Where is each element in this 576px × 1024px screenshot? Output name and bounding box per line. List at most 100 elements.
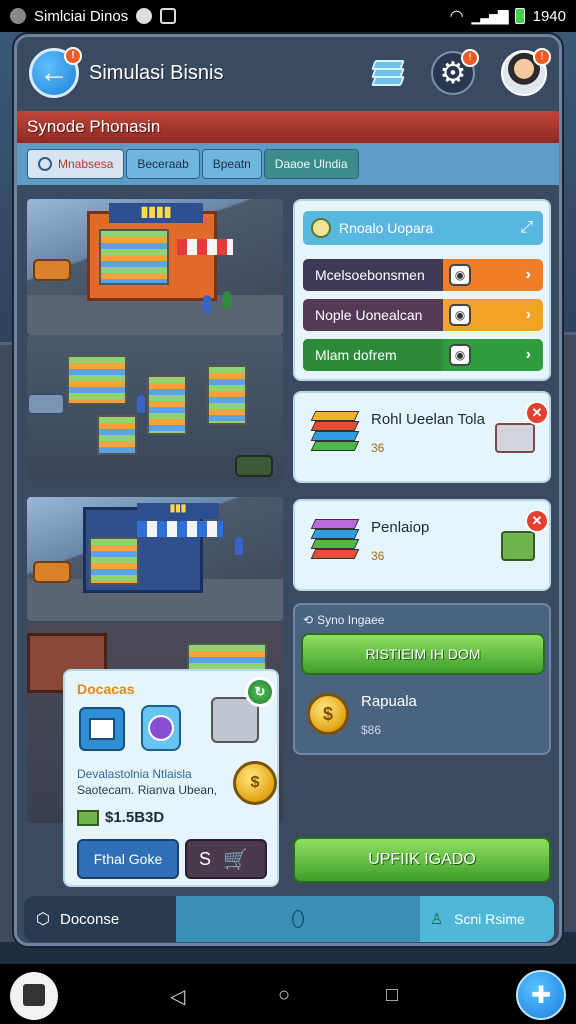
chevron-right-icon: › <box>525 266 531 283</box>
home-nav-icon[interactable]: ○ <box>278 984 290 1007</box>
notification-icon <box>10 8 26 24</box>
user-icon: ♙ <box>430 911 444 928</box>
person <box>235 537 243 555</box>
cart-icon: 🛒 <box>223 848 248 871</box>
avatar-badge: ! <box>533 48 551 66</box>
app-badge-icon <box>136 8 153 24</box>
menu-card-header[interactable]: Rnoalo Uopara ⤢ <box>303 211 543 245</box>
income-card-value: 36 <box>371 441 385 455</box>
menu-card-title: Rnoalo Uopara <box>339 220 434 236</box>
expense-card-title: Penlaiop <box>371 519 430 536</box>
coin-icon: ◉ <box>449 264 471 286</box>
settings-button[interactable]: ⚙ ! <box>431 49 479 95</box>
backdrop-building <box>560 332 576 932</box>
close-icon[interactable]: ✕ <box>525 401 549 425</box>
primary-action-button[interactable]: Fthal Goke <box>77 839 179 879</box>
road <box>27 295 283 335</box>
tab-daaoe-ulndia[interactable]: Daaoe Ulndia <box>263 149 359 179</box>
sync-card-header: ⟲ Syno Ingaee <box>303 613 384 627</box>
battery-icon <box>514 8 525 24</box>
shop-button[interactable]: S 🛒 <box>185 839 267 879</box>
tab-center[interactable]: ⬯ <box>176 896 420 942</box>
popup-price: $1.5B3D <box>105 809 165 826</box>
menu-row-2[interactable]: Nople Uonealcan ◉ › <box>303 299 543 331</box>
tab-bpeatn[interactable]: Bpeatn <box>201 149 262 179</box>
menu-card: Rnoalo Uopara ⤢ Mcelsoebonsmen ◉ › Nople… <box>293 199 551 381</box>
tab-label: Bpeatn <box>212 157 251 171</box>
coin-icon: ◉ <box>449 344 471 366</box>
sync-icon: ⟲ <box>303 613 314 627</box>
tab-label: Beceraab <box>137 157 189 171</box>
car <box>33 561 71 583</box>
business-popup: Docacas ↻ Devalastolnia Ntlaisla Saoteca… <box>63 669 279 887</box>
tab-beceraab[interactable]: Beceraab <box>126 149 200 179</box>
back-button[interactable]: ← ! <box>29 47 82 98</box>
expand-icon[interactable]: ⤢ <box>520 219 533 237</box>
team-icon: ✚ <box>530 981 552 1009</box>
status-time: 1940 <box>532 7 566 25</box>
status-app-name: Simlciai Dinos <box>34 7 129 25</box>
expense-card-value: 36 <box>371 549 385 563</box>
stack-icon <box>310 411 360 455</box>
sync-card: ⟲ Syno Ingaee RISTIEIM IH DOM $ Rapuala … <box>293 603 551 755</box>
storefront-scene[interactable]: ▮▮▮ <box>27 497 283 621</box>
chevron-right-icon: › <box>525 346 531 363</box>
message-icon <box>160 8 177 24</box>
avatar[interactable]: ! <box>501 48 551 96</box>
store-shortcut-button[interactable] <box>10 972 58 1020</box>
awning <box>177 239 233 255</box>
aisle-scene[interactable] <box>27 335 283 481</box>
tab-label: Daaoe Ulndia <box>274 157 348 171</box>
sync-item-value: $86 <box>361 723 382 737</box>
sync-card-title: Syno Ingaee <box>317 613 385 627</box>
chat-icon[interactable] <box>141 705 181 751</box>
menu-row-1[interactable]: Mcelsoebonsmen ◉ › <box>303 259 543 291</box>
upgrade-button[interactable]: UPFIIK IGADO <box>293 837 551 883</box>
shelf <box>147 375 187 435</box>
tab-label: Doconse <box>60 910 120 928</box>
coin-icon: ◉ <box>449 304 471 326</box>
menu-row-3[interactable]: Mlam dofrem ◉ › <box>303 339 543 371</box>
shelf <box>89 537 139 585</box>
status-bar: Simlciai Dinos ◠ ▁▃▅▇ 1940 <box>0 0 576 32</box>
arrow-left-icon: ← <box>39 56 69 89</box>
popup-title: Docacas <box>77 681 135 697</box>
menu-row-label: Mcelsoebonsmen <box>303 259 443 291</box>
stack-icon <box>310 519 360 563</box>
person <box>137 395 145 413</box>
refresh-icon[interactable]: ↻ <box>245 677 275 707</box>
close-icon[interactable]: ✕ <box>525 509 549 533</box>
store-sign: ▮▮▮ <box>137 503 219 519</box>
banner-title: Synode Phonasin <box>27 117 161 136</box>
income-card[interactable]: Rohl Ueelan Tola 36 ✕ <box>293 391 551 483</box>
team-button[interactable]: ✚ <box>516 970 566 1020</box>
car <box>235 455 273 477</box>
cash-icon <box>77 809 99 826</box>
tab-mnabsesa[interactable]: Mnabsesa <box>27 149 125 179</box>
chevron-right-icon: › <box>525 306 531 323</box>
truck-icon <box>495 423 535 453</box>
shield-icon: ⬯ <box>291 906 305 931</box>
layers-icon[interactable] <box>371 58 405 88</box>
tab-label: Mnabsesa <box>58 157 114 171</box>
page-title: Simulasi Bisnis <box>89 61 224 84</box>
car <box>27 393 65 415</box>
recents-nav-icon[interactable]: □ <box>386 984 398 1007</box>
popup-price-row: $1.5B3D <box>77 809 164 826</box>
awning <box>137 521 223 537</box>
tab-label: Scni Rsime <box>454 911 525 927</box>
tab-bar: Mnabsesa Beceraab Bpeatn Daaoe Ulndia <box>17 143 559 185</box>
menu-row-label: Mlam dofrem <box>303 339 443 371</box>
back-nav-icon[interactable]: ◁ <box>170 984 185 1009</box>
business-panel: ← ! Simulasi Bisnis ⚙ ! ! Synode Phonasi… <box>14 34 562 946</box>
store-scene[interactable]: ▮▮▮▮ <box>27 199 283 335</box>
tab-doconse[interactable]: ⬡ Doconse <box>24 896 176 942</box>
mail-icon[interactable] <box>79 707 125 751</box>
popup-description: Saotecam. Rianva Ubean, <box>77 783 218 797</box>
coin-icon: $ <box>233 761 277 805</box>
sync-button[interactable]: RISTIEIM IH DOM <box>301 633 545 675</box>
signal-icon: ▁▃▅▇ <box>471 7 509 24</box>
expense-card[interactable]: Penlaiop 36 ✕ <box>293 499 551 591</box>
tab-scni-rsime[interactable]: ♙ Scni Rsime <box>420 896 554 942</box>
shelf <box>207 365 247 425</box>
